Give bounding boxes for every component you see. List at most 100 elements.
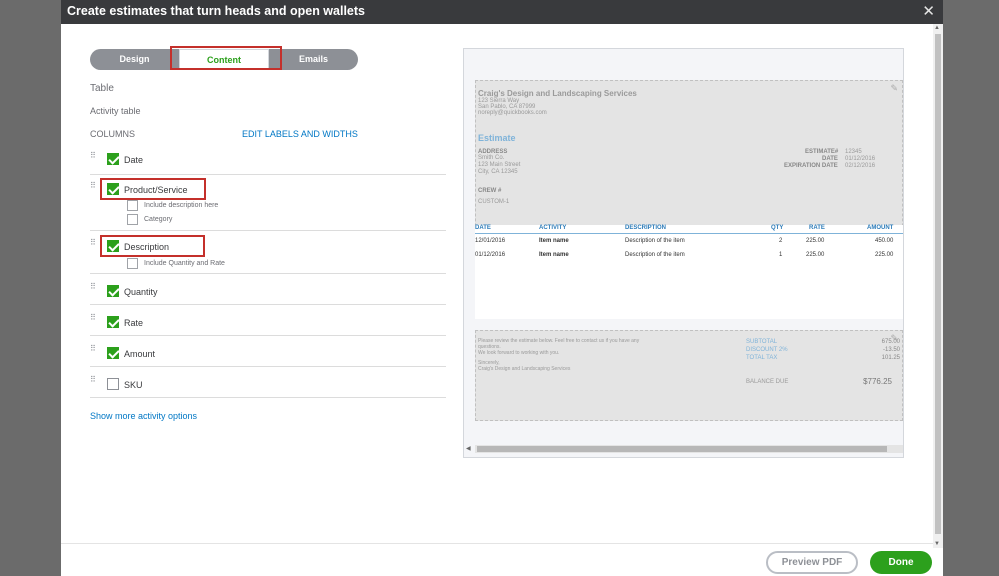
signature: Craig's Design and Landscaping Services [478, 366, 571, 372]
table-cell: 450.00 [875, 238, 894, 244]
subtotal-value: 675.00 [881, 339, 900, 345]
close-icon[interactable]: ✕ [922, 2, 935, 20]
show-more-options-link[interactable]: Show more activity options [90, 411, 197, 421]
customer-address1: 123 Main Street [478, 162, 521, 168]
table-cell: 225.00 [806, 238, 825, 244]
column-label: SKU [124, 380, 143, 390]
preview-footer-section[interactable]: ✎ Please review the estimate below. Feel… [475, 330, 903, 421]
column-row-rate: ⠿ Rate [90, 312, 446, 332]
done-button[interactable]: Done [870, 551, 932, 574]
doc-title: Estimate [478, 133, 516, 143]
company-email: noreply@quickbooks.com [478, 110, 547, 116]
include-qty-rate-checkbox[interactable] [127, 258, 138, 269]
table-header-rule [475, 233, 903, 234]
modal-dialog: Create estimates that turn heads and ope… [61, 0, 943, 576]
column-row-quantity: ⠿ Quantity [90, 281, 446, 301]
subtotal-label: SUBTOTAL [746, 339, 778, 345]
table-cell: Item name [539, 252, 569, 258]
drag-handle-icon[interactable]: ⠿ [90, 182, 98, 193]
table-cell: Description of the item [625, 238, 685, 244]
scrollbar-thumb[interactable] [477, 446, 887, 452]
company-name: Craig's Design and Landscaping Services [478, 89, 637, 98]
tab-design[interactable]: Design [90, 49, 179, 70]
discount-value: -13.50 [882, 347, 900, 353]
table-cell: 225.00 [875, 252, 894, 258]
divider [90, 273, 446, 274]
tab-emails[interactable]: Emails [269, 49, 358, 70]
scroll-left-icon[interactable]: ◀ [466, 445, 471, 452]
divider [90, 366, 446, 367]
scroll-up-icon[interactable]: ▲ [934, 25, 940, 31]
option-label: Include description here [144, 202, 219, 209]
drag-handle-icon[interactable]: ⠿ [90, 376, 98, 387]
column-row-sku: ⠿ SKU [90, 374, 446, 394]
table-cell: 225.00 [806, 252, 825, 258]
message-line: Please review the estimate below. Feel f… [478, 338, 640, 344]
table-cell: 01/12/2016 [475, 252, 506, 258]
preview-pdf-button[interactable]: Preview PDF [766, 551, 858, 574]
table-cell: Item name [539, 238, 569, 244]
column-label: Quantity [124, 287, 158, 297]
drag-handle-icon[interactable]: ⠿ [90, 239, 98, 250]
table-header: DATE [475, 225, 491, 231]
column-row-amount: ⠿ Amount [90, 343, 446, 363]
tax-value: 101.25 [881, 355, 900, 361]
table-header: AMOUNT [867, 225, 894, 231]
scroll-down-icon[interactable]: ▼ [934, 541, 940, 547]
date-checkbox[interactable] [107, 153, 119, 165]
highlight-box-product-service [100, 178, 206, 200]
divider [90, 335, 446, 336]
crew-value: CUSTOM-1 [478, 199, 510, 205]
drag-handle-icon[interactable]: ⠿ [90, 314, 98, 325]
divider [90, 230, 446, 231]
amount-checkbox[interactable] [107, 347, 119, 359]
customer-address2: City, CA 12345 [478, 169, 518, 175]
table-cell: 1 [779, 252, 783, 258]
preview-horizontal-scrollbar[interactable]: ◀ ▶ [466, 445, 903, 453]
option-label: Include Quantity and Rate [144, 260, 225, 267]
subsection-title: Activity table [90, 106, 141, 116]
dialog-vertical-scrollbar[interactable]: ▲ ▼ [933, 24, 943, 548]
column-label: Amount [124, 349, 156, 359]
highlight-box-content-tab [170, 46, 282, 70]
customer-name: Smith Co. [478, 155, 505, 161]
column-row-date: ⠿ Date [90, 150, 446, 170]
pencil-icon[interactable]: ✎ [890, 83, 898, 94]
footer-divider [61, 543, 933, 544]
column-label: Date [124, 155, 144, 165]
table-header: DESCRIPTION [625, 225, 667, 231]
rate-checkbox[interactable] [107, 316, 119, 328]
date-label: DATE [822, 156, 838, 162]
divider [90, 397, 446, 398]
quantity-checkbox[interactable] [107, 285, 119, 297]
preview-activity-table[interactable]: DATE ACTIVITY DESCRIPTION QTY RATE AMOUN… [475, 225, 903, 319]
table-cell: 2 [779, 238, 783, 244]
balance-value: $776.25 [863, 377, 892, 386]
table-header: ACTIVITY [539, 225, 567, 231]
date-value: 01/12/2016 [845, 156, 876, 162]
balance-label: BALANCE DUE [746, 379, 789, 385]
crew-label: CREW # [478, 188, 502, 194]
expiration-value: 02/12/2016 [845, 163, 876, 169]
category-checkbox[interactable] [127, 214, 138, 225]
tax-label: TOTAL TAX [746, 355, 778, 361]
divider [90, 304, 446, 305]
table-header: QTY [771, 225, 784, 231]
estimate-no-label: ESTIMATE# [805, 149, 839, 155]
include-description-checkbox[interactable] [127, 200, 138, 211]
drag-handle-icon[interactable]: ⠿ [90, 152, 98, 163]
edit-labels-link[interactable]: EDIT LABELS AND WIDTHS [242, 129, 358, 139]
table-cell: 12/01/2016 [475, 238, 506, 244]
scrollbar-thumb[interactable] [935, 34, 941, 534]
message-line: We look forward to working with you. [478, 350, 560, 356]
columns-label: COLUMNS [90, 129, 136, 139]
sku-checkbox[interactable] [107, 378, 119, 390]
table-header: RATE [809, 225, 825, 231]
section-title: Table [90, 83, 114, 94]
estimate-preview: ✎ Craig's Design and Landscaping Service… [463, 48, 904, 458]
title-bar: Create estimates that turn heads and ope… [61, 0, 943, 24]
drag-handle-icon[interactable]: ⠿ [90, 345, 98, 356]
drag-handle-icon[interactable]: ⠿ [90, 283, 98, 294]
highlight-box-description [100, 235, 205, 257]
estimate-no: 12345 [845, 149, 862, 155]
